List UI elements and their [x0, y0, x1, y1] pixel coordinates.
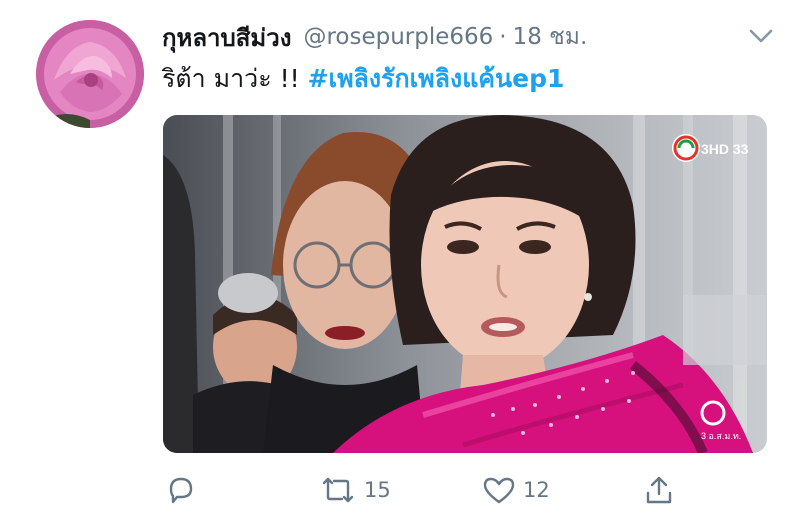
- user-handle[interactable]: @rosepurple666: [303, 24, 493, 50]
- channel-3-logo-icon: [672, 134, 700, 162]
- avatar[interactable]: [36, 20, 144, 128]
- display-name[interactable]: กุหลาบสีม่วง: [162, 18, 291, 57]
- retweet-button[interactable]: 15: [318, 470, 391, 510]
- tweet-actions: 15 12: [163, 470, 767, 510]
- tweet-text: ริต้า มาว่ะ !! #เพลิงรักเพลิงแค้นep1: [162, 62, 564, 96]
- heart-icon: [483, 477, 515, 504]
- tweet-header: กุหลาบสีม่วง @rosepurple666 · 18 ชม.: [162, 20, 587, 54]
- channel-logo-text: 3HD 33: [701, 141, 749, 157]
- timestamp[interactable]: 18 ชม.: [513, 19, 588, 55]
- rose-image: [36, 20, 144, 128]
- like-count: 12: [523, 478, 550, 502]
- tweet-media-image[interactable]: 3HD 33 3 อ.ส.ม.ท.: [163, 115, 767, 453]
- chevron-down-icon[interactable]: [748, 26, 774, 46]
- share-icon: [646, 476, 672, 504]
- separator-dot: ·: [499, 24, 507, 50]
- hashtag-link[interactable]: #เพลิงรักเพลิงแค้นep1: [308, 64, 565, 93]
- drama-still: 3HD 33 3 อ.ส.ม.ท.: [163, 115, 767, 453]
- retweet-count: 15: [364, 478, 391, 502]
- reply-button[interactable]: [165, 470, 197, 510]
- like-button[interactable]: 12: [481, 470, 550, 510]
- reply-icon: [169, 477, 193, 504]
- tweet-body: ริต้า มาว่ะ !!: [162, 64, 300, 93]
- retweet-icon: [322, 477, 354, 503]
- share-button[interactable]: [643, 470, 675, 510]
- watermark-text: 3 อ.ส.ม.ท.: [701, 431, 741, 441]
